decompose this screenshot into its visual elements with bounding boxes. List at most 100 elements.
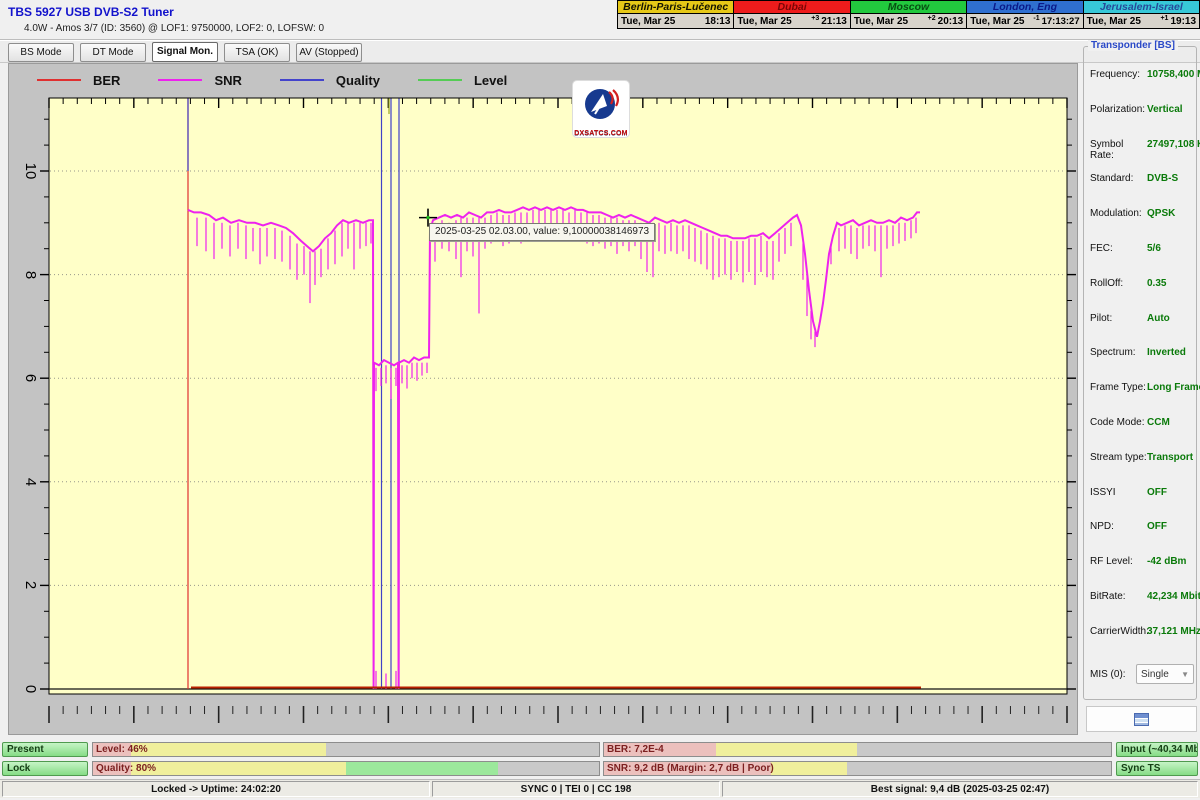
field-label: BitRate: — [1090, 591, 1126, 602]
tab-tsa-ok-[interactable]: TSA (OK) — [224, 43, 290, 62]
bar-ber: BER: 7,2E-4 — [603, 742, 1112, 757]
field-value: 37,121 MHz — [1147, 625, 1200, 637]
field-value: Long Frame — [1147, 382, 1200, 394]
bar-segment — [715, 743, 858, 756]
tab-av-stopped-[interactable]: AV (Stopped) — [296, 43, 362, 62]
mis-selected-value: Single — [1141, 668, 1169, 680]
clock-date: Tue, Mar 25 — [1086, 15, 1141, 27]
clock-utc-offset: -1 — [1033, 14, 1040, 22]
clock-utc-offset: +3 — [811, 14, 820, 22]
field-label: Standard: — [1090, 173, 1134, 185]
field-label: Stream type: — [1090, 451, 1147, 463]
clock-time-value: 17:13:27 — [1041, 15, 1080, 27]
bar-label: BER: 7,2E-4 — [607, 744, 664, 755]
clock-city-name: Moscow — [850, 1, 967, 14]
clock-utc-offset: +1 — [1160, 14, 1169, 22]
clock-1: Berlin-Paris-Lučenec Tue, Mar 25 18:13 — [618, 1, 735, 28]
clock-date: Tue, Mar 25 — [737, 15, 792, 27]
field-value: -42 dBm — [1147, 556, 1187, 568]
clock-time-row: Tue, Mar 25 18:13 — [618, 14, 734, 28]
pill-input-40-34-mbps-: Input (~40,34 Mbps) — [1116, 742, 1198, 757]
bar-level: Level: 46% — [92, 742, 600, 757]
field-row-bitrate: BitRate: 42,234 Mbit/s — [1090, 591, 1200, 602]
clock-time-row: Tue, Mar 25 +3 21:13 — [734, 14, 850, 28]
bar-segment — [130, 743, 326, 756]
field-label: Code Mode: — [1090, 417, 1145, 428]
field-row-modulation: Modulation: QPSK — [1090, 208, 1194, 219]
field-value: 42,234 Mbit/s — [1147, 591, 1200, 602]
status-sync-counters: SYNC 0 | TEI 0 | CC 198 — [432, 781, 720, 797]
clock-3: Moscow Tue, Mar 25 +2 20:13 — [850, 1, 968, 28]
crosshair-center — [426, 216, 430, 220]
bar-segment — [771, 762, 848, 775]
clock-time-value: 18:13 — [704, 15, 731, 27]
field-value: DVB-S — [1147, 173, 1179, 185]
y-axis-label-4: 4 — [22, 477, 39, 486]
status-bars-area: Present Level: 46% BER: 7,2E-4 Input (~40,3… — [0, 740, 1200, 779]
field-row-frequency: Frequency: 10758,400 MHz — [1090, 69, 1200, 80]
field-label: Modulation: — [1090, 208, 1142, 220]
field-label: RF Level: — [1090, 556, 1133, 568]
mis-label: MIS (0): — [1090, 668, 1126, 680]
world-clocks-bar: Berlin-Paris-Lučenec Tue, Mar 25 18:13 Duba… — [617, 0, 1200, 29]
field-value: Auto — [1147, 312, 1170, 324]
bar-label: SNR: 9,2 dB (Margin: 2,7 dB | Poor) — [607, 763, 774, 774]
field-label: CarrierWidth: — [1090, 625, 1149, 637]
transponder-panel: Transponder [BS] MIS (0): Single ▼ Frequ… — [1083, 40, 1200, 700]
pill-present: Present — [2, 742, 88, 757]
field-label: ISSYI — [1090, 486, 1116, 498]
signal-plot[interactable] — [9, 64, 1077, 734]
clock-utc-offset: +2 — [927, 14, 936, 22]
field-value: 5/6 — [1147, 243, 1161, 254]
field-label: Symbol Rate: — [1090, 138, 1124, 161]
pill-sync-ts: Sync TS — [1116, 761, 1198, 776]
clock-time-value: 20:13 — [937, 15, 964, 27]
field-label: Frequency: — [1090, 69, 1141, 80]
window-lines-icon — [1134, 712, 1149, 726]
clock-time-value: 21:13 — [821, 15, 847, 27]
field-row-streamtype: Stream type: Transport — [1090, 452, 1194, 463]
panel-window-button[interactable] — [1086, 706, 1197, 732]
bar-segment — [130, 762, 346, 775]
plot-area — [48, 97, 1068, 695]
field-value: QPSK — [1147, 208, 1176, 220]
satellite-info-subtitle: 4.0W - Amos 3/7 (ID: 3560) @ LOF1: 97500… — [24, 23, 325, 34]
field-value: Vertical — [1147, 103, 1183, 115]
mis-select-dropdown[interactable]: Single ▼ — [1136, 664, 1194, 684]
clock-city-name: Dubai — [734, 1, 850, 14]
tab-dt-mode[interactable]: DT Mode — [80, 43, 146, 62]
field-value: CCM — [1147, 417, 1170, 428]
clock-date: Tue, Mar 25 — [853, 15, 909, 27]
signal-monitor-chart[interactable]: BER SNR Quality Level 10 8 6 4 2 0 2025-03-25 02… — [8, 63, 1078, 735]
transponder-panel-title: Transponder [BS] — [1088, 40, 1178, 51]
field-label: FEC: — [1090, 243, 1113, 254]
cursor-value-tooltip: 2025-03-25 02.03.00, value: 9,1000003814… — [429, 223, 656, 241]
field-value: Inverted — [1147, 347, 1186, 359]
clock-2: Dubai Tue, Mar 25 +3 21:13 — [734, 1, 851, 28]
y-axis-label-6: 6 — [22, 374, 39, 383]
status-best-signal: Best signal: 9,4 dB (2025-03-25 02:47) — [722, 781, 1198, 797]
clock-time-row: Tue, Mar 25 -1 17:13:27 — [967, 14, 1083, 28]
tab-bs-mode[interactable]: BS Mode — [8, 43, 74, 62]
field-row-codemode: Code Mode: CCM — [1090, 417, 1194, 428]
field-label: NPD: — [1090, 521, 1114, 533]
clock-time-row: Tue, Mar 25 +1 19:13 — [1083, 14, 1200, 28]
clock-date: Tue, Mar 25 — [970, 15, 1025, 27]
bar-label: Quality: 80% — [96, 763, 157, 774]
y-axis-label-2: 2 — [22, 581, 39, 590]
bar-segment — [346, 762, 498, 775]
field-row-carrierwidth: CarrierWidth: 37,121 MHz — [1090, 625, 1200, 637]
field-label: Spectrum: — [1090, 347, 1136, 359]
field-row-npd: NPD: OFF — [1090, 521, 1194, 532]
bar-snr: SNR: 9,2 dB (Margin: 2,7 dB | Poor) — [603, 761, 1112, 776]
field-value: OFF — [1147, 486, 1167, 498]
clock-city-name: Jerusalem-Israel — [1083, 1, 1200, 14]
tab-signal-mon-[interactable]: Signal Mon. — [152, 42, 218, 62]
field-label: RollOff: — [1090, 277, 1124, 289]
field-value: 0.35 — [1147, 277, 1167, 289]
clock-4: London, Eng Tue, Mar 25 -1 17:13:27 — [967, 1, 1084, 28]
field-row-standard: Standard: DVB-S — [1090, 173, 1194, 184]
field-row-spectrum: Spectrum: Inverted — [1090, 347, 1194, 358]
clock-time-row: Tue, Mar 25 +2 20:13 — [850, 14, 967, 28]
status-line: Locked -> Uptime: 24:02:20 SYNC 0 | TEI … — [0, 779, 1200, 798]
